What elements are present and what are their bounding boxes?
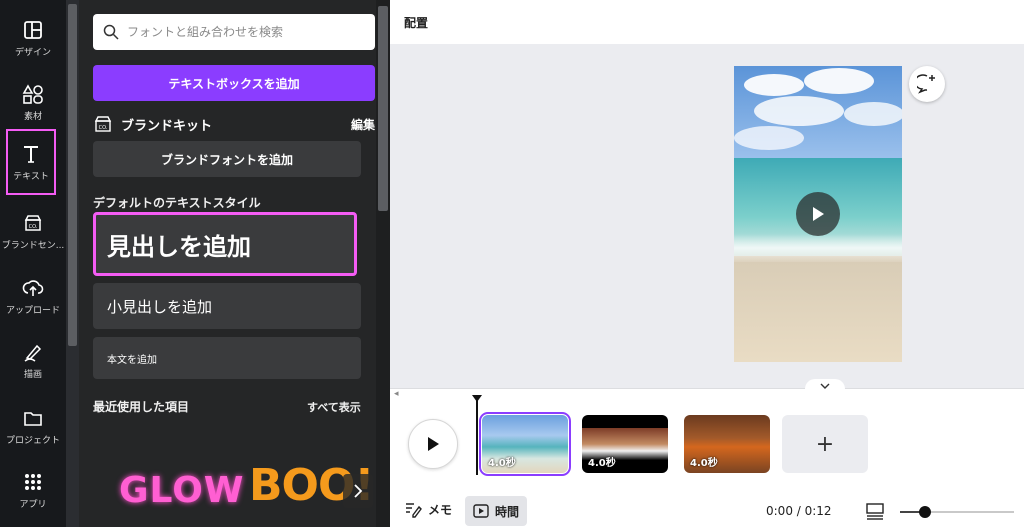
play-square-icon (473, 504, 489, 518)
layout-icon (24, 20, 42, 39)
apps-icon (25, 473, 41, 490)
rail-item-label: アプリ (19, 499, 47, 510)
font-search[interactable] (93, 14, 375, 50)
timeline-collapse-toggle[interactable] (805, 379, 845, 393)
recent-next-button[interactable] (343, 474, 373, 508)
brand-kit-edit-link[interactable]: 編集 (351, 116, 375, 133)
timeline-clip-1[interactable]: 4.0秒 (479, 412, 571, 476)
rail-item-apps[interactable]: アプリ (0, 462, 66, 518)
brand-icon: CO. (24, 214, 42, 231)
notes-button[interactable]: メモ (404, 500, 452, 518)
scrollbar-thumb[interactable] (378, 6, 388, 211)
recent-item-glow[interactable]: GLOW (119, 470, 245, 511)
play-icon (428, 437, 439, 451)
wave-foam (734, 234, 902, 262)
rail-item-label: テキスト (13, 171, 49, 182)
rail-item-elements[interactable]: 素材 (0, 74, 66, 130)
chevron-down-icon (820, 383, 830, 389)
text-panel: テキストボックスを追加 CO. ブランドキット 編集 ブランドフォントを追加 デ… (79, 0, 376, 527)
design-page[interactable] (734, 66, 902, 362)
scroll-left-icon[interactable]: ◂ (394, 389, 399, 399)
cloud (744, 74, 804, 96)
timing-button[interactable]: 時間 (465, 496, 528, 526)
zoom-slider-knob[interactable] (919, 506, 932, 518)
rail-item-brand[interactable]: CO. ブランドセン... (0, 203, 66, 259)
rail-item-label: デザイン (14, 47, 51, 58)
timecode: 0:00 / 0:12 (766, 504, 832, 518)
add-comment-button[interactable] (909, 66, 945, 102)
add-textbox-button[interactable]: テキストボックスを追加 (93, 65, 375, 101)
rail-item-draw[interactable]: 描画 (0, 332, 66, 388)
search-icon (103, 24, 119, 40)
sand (734, 256, 902, 362)
timeline-clip-2[interactable]: 4.0秒 (582, 415, 668, 473)
clip-duration: 4.0秒 (488, 458, 516, 469)
clip-duration: 4.0秒 (588, 458, 616, 469)
timeline-play-button[interactable] (408, 419, 458, 469)
brand-kit-row: CO. ブランドキット 編集 (93, 112, 375, 136)
recent-title: 最近使用した項目 (93, 400, 190, 414)
rail-item-label: ブランドセン... (1, 240, 65, 251)
left-nav-rail: デザイン 素材 テキスト CO. ブランドセン... アップロード 描画 プロジ… (0, 0, 66, 527)
rail-item-projects[interactable]: プロジェクト (0, 398, 66, 454)
search-input[interactable] (127, 25, 357, 39)
timeline-clip-3[interactable]: 4.0秒 (684, 415, 770, 473)
rail-item-label: 素材 (23, 111, 42, 122)
video-play-button[interactable] (796, 192, 840, 236)
folder-icon (24, 411, 42, 426)
default-styles-title: デフォルトのテキストスタイル (93, 196, 261, 210)
rail-scrollbar[interactable] (66, 0, 79, 527)
playhead[interactable] (472, 395, 482, 475)
add-body-text-button[interactable]: 本文を追加 (93, 337, 361, 379)
play-icon (813, 207, 824, 221)
timeline: ◂ 4.0秒 4.0秒 4.0秒 + (390, 379, 1024, 478)
panel-scrollbar[interactable] (376, 0, 390, 527)
rail-item-upload[interactable]: アップロード (0, 268, 66, 324)
scrollbar-thumb[interactable] (68, 4, 77, 346)
notes-icon (406, 503, 422, 518)
add-heading-button[interactable]: 見出しを追加 (93, 212, 357, 276)
arrange-button[interactable]: 配置 (404, 14, 428, 31)
canvas-toolbar: 配置 (390, 0, 1024, 44)
add-page-button[interactable]: + (782, 415, 868, 473)
add-brand-font-button[interactable]: ブランドフォントを追加 (93, 141, 361, 177)
text-icon (24, 145, 38, 163)
rail-item-label: アップロード (5, 305, 60, 316)
timing-label: 時間 (495, 504, 520, 519)
comment-add-icon (917, 74, 935, 94)
rail-item-text[interactable]: テキスト (6, 129, 56, 195)
rail-item-label: 描画 (23, 369, 42, 380)
elements-icon (22, 83, 43, 104)
cloud (754, 96, 844, 126)
chevron-right-icon (354, 484, 363, 498)
rail-item-label: プロジェクト (5, 435, 60, 446)
rail-item-design[interactable]: デザイン (0, 10, 66, 66)
grid-view-icon[interactable] (866, 502, 884, 520)
svg-text:CO.: CO. (99, 125, 108, 131)
brand-kit-icon: CO. (94, 116, 112, 132)
upload-icon (22, 279, 44, 296)
cloud (844, 102, 902, 126)
notes-label: メモ (428, 502, 453, 517)
editor-canvas (390, 44, 1024, 388)
brand-kit-label: ブランドキット (121, 118, 213, 134)
zoom-slider[interactable] (900, 506, 1014, 518)
cloud (734, 126, 804, 150)
draw-icon (24, 344, 42, 362)
show-all-link[interactable]: すべて表示 (307, 399, 361, 415)
add-subheading-button[interactable]: 小見出しを追加 (93, 283, 361, 329)
cloud (804, 68, 874, 94)
svg-text:CO.: CO. (29, 224, 38, 230)
clip-duration: 4.0秒 (690, 458, 718, 469)
bottom-bar: メモ 時間 0:00 / 0:12 (390, 478, 1024, 527)
